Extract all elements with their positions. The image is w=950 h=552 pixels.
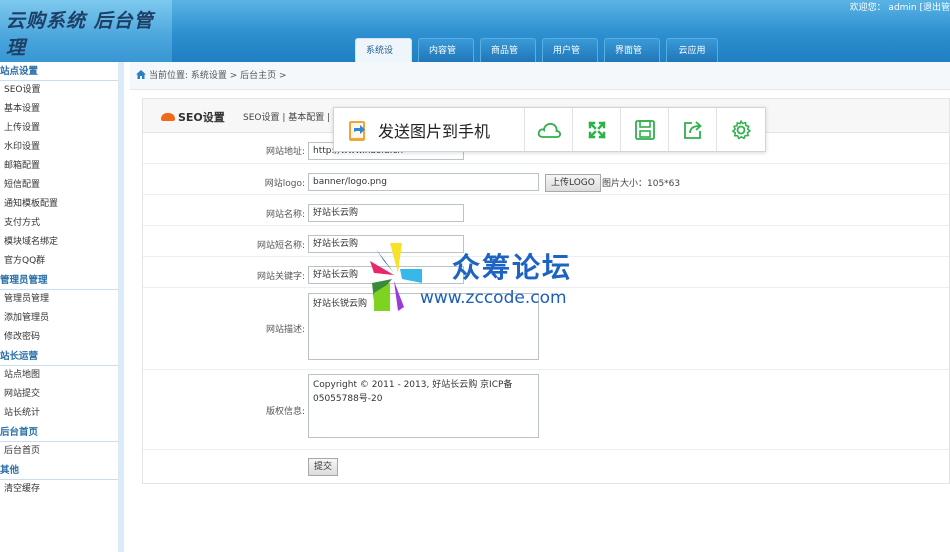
sidebar-item-payment[interactable]: 支付方式 <box>0 214 118 233</box>
sidebar-item-admin-manage[interactable]: 管理员管理 <box>0 290 118 309</box>
welcome-text[interactable]: 欢迎您： admin [退出管 <box>850 0 950 13</box>
share-button[interactable] <box>669 108 717 151</box>
sidebar-item-clear-cache[interactable]: 清空缓存 <box>0 480 118 499</box>
share-icon <box>683 120 702 139</box>
breadcrumb: 当前位置: 系统设置 > 后台主页 > <box>130 62 950 90</box>
settings-icon <box>732 119 751 139</box>
header: 云购系统 后台管理 欢迎您： admin [退出管 系统设置 内容管理 商品管理… <box>0 0 950 62</box>
tab-product-management[interactable]: 商品管理 <box>480 38 536 62</box>
sidebar-group-site-settings: 站点设置 <box>0 62 118 81</box>
sidebar-item-statistics[interactable]: 站长统计 <box>0 404 118 423</box>
logo-area: 云购系统 后台管理 <box>0 0 172 62</box>
row-logo: 网站logo: banner/logo.png 上传LOGO 图片大小：105*… <box>143 164 949 195</box>
panel-title: SEO设置 <box>161 109 225 125</box>
floating-image-toolbar: 发送图片到手机 <box>333 107 766 152</box>
sidebar-item-add-admin[interactable]: 添加管理员 <box>0 309 118 328</box>
breadcrumb-text: 当前位置: 系统设置 > 后台主页 > <box>149 71 287 81</box>
save-icon <box>634 119 655 140</box>
sidebar-item-change-password[interactable]: 修改密码 <box>0 328 118 347</box>
logo-text: 云购系统 后台管理 <box>6 10 154 59</box>
panel-title-text: SEO设置 <box>178 111 225 124</box>
save-button[interactable] <box>621 108 669 151</box>
row-site-name: 网站名称: 好站长云购 <box>143 195 949 226</box>
sidebar-item-basic[interactable]: 基本设置 <box>0 100 118 119</box>
logo-size-hint: 图片大小：105*63 <box>602 179 681 189</box>
cloud-button[interactable] <box>525 108 573 151</box>
tab-system-settings[interactable]: 系统设置 <box>355 38 412 62</box>
sidebar-item-notify-template[interactable]: 通知模板配置 <box>0 195 118 214</box>
sidebar-item-qq-group[interactable]: 官方QQ群 <box>0 252 118 271</box>
description-label: 网站描述: <box>265 325 305 335</box>
sidebar-group-admin: 管理员管理 <box>0 271 118 290</box>
sidebar: 站点设置 SEO设置 基本设置 上传设置 水印设置 邮箱配置 短信配置 通知模板… <box>0 62 124 552</box>
fullscreen-icon <box>587 120 606 139</box>
sidebar-item-home[interactable]: 后台首页 <box>0 442 118 461</box>
sidebar-item-sms[interactable]: 短信配置 <box>0 176 118 195</box>
site-name-label: 网站名称: <box>265 210 305 220</box>
logo-label: 网站logo: <box>264 179 305 189</box>
row-copyright: 版权信息: Copyright © 2011 - 2013, 好站长云购 京IC… <box>143 370 949 450</box>
sidebar-item-site-submit[interactable]: 网站提交 <box>0 385 118 404</box>
tab-cloud-apps[interactable]: 云应用 <box>666 38 718 62</box>
watermark-cn-text: 众筹论坛 <box>452 251 573 284</box>
cloud-icon <box>161 113 175 121</box>
site-name-input[interactable]: 好站长云购 <box>308 204 464 222</box>
sidebar-group-other: 其他 <box>0 461 118 480</box>
sidebar-item-watermark[interactable]: 水印设置 <box>0 138 118 157</box>
top-nav: 系统设置 内容管理 商品管理 用户管理 界面管理 云应用 <box>355 38 718 62</box>
sidebar-group-home: 后台首页 <box>0 423 118 442</box>
sidebar-item-seo[interactable]: SEO设置 <box>0 81 118 100</box>
settings-button[interactable] <box>717 108 765 151</box>
sidebar-item-email[interactable]: 邮箱配置 <box>0 157 118 176</box>
upload-logo-button[interactable]: 上传LOGO <box>545 174 601 192</box>
send-to-phone-button[interactable]: 发送图片到手机 <box>334 108 525 151</box>
site-url-label: 网站地址: <box>265 147 305 157</box>
tab-user-management[interactable]: 用户管理 <box>542 38 598 62</box>
logo-path-input[interactable]: banner/logo.png <box>308 173 539 191</box>
sidebar-item-upload[interactable]: 上传设置 <box>0 119 118 138</box>
tab-content-management[interactable]: 内容管理 <box>418 38 474 62</box>
tab-interface-management[interactable]: 界面管理 <box>604 38 660 62</box>
send-to-phone-label: 发送图片到手机 <box>378 121 491 141</box>
sidebar-group-operations: 站长运营 <box>0 347 118 366</box>
short-name-label: 网站短名称: <box>256 241 305 251</box>
watermark: 众筹论坛 www.zccode.com <box>370 243 600 313</box>
watermark-logo-icon <box>370 243 422 311</box>
keywords-label: 网站关键字: <box>256 272 305 282</box>
copyright-label: 版权信息: <box>265 407 305 417</box>
sidebar-item-sitemap[interactable]: 站点地图 <box>0 366 118 385</box>
send-to-phone-icon <box>349 120 365 141</box>
panel-links[interactable]: SEO设置 | 基本配置 | <box>243 110 330 123</box>
sidebar-item-domain-binding[interactable]: 模块域名绑定 <box>0 233 118 252</box>
copyright-textarea[interactable]: Copyright © 2011 - 2013, 好站长云购 京ICP备0505… <box>308 374 539 438</box>
home-icon <box>136 70 146 79</box>
cloud-icon <box>537 122 561 138</box>
submit-button[interactable]: 提交 <box>308 458 339 476</box>
watermark-en-text: www.zccode.com <box>420 288 567 308</box>
fullscreen-button[interactable] <box>573 108 621 151</box>
